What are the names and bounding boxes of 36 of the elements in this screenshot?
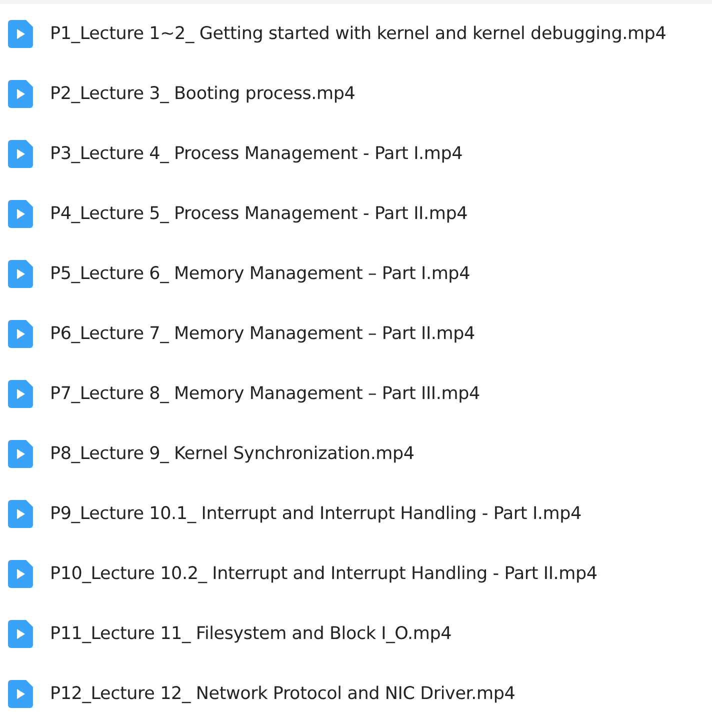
file-row[interactable]: P1_Lecture 1~2_ Getting started with kernel and kernel debugging.mp4 (0, 4, 712, 64)
video-file-icon (8, 500, 33, 528)
file-name: P8_Lecture 9_ Kernel Synchronization.mp4 (50, 444, 414, 464)
video-file-icon (8, 20, 33, 48)
file-row[interactable]: P11_Lecture 11_ Filesystem and Block I_O.mp4 (0, 604, 712, 664)
file-row[interactable]: P10_Lecture 10.2_ Interrupt and Interrupt Handling - Part II.mp4 (0, 544, 712, 604)
video-file-icon (8, 200, 33, 228)
file-name: P9_Lecture 10.1_ Interrupt and Interrupt Handling - Part I.mp4 (50, 504, 582, 524)
file-row[interactable]: P4_Lecture 5_ Process Management - Part II.mp4 (0, 184, 712, 244)
file-name: P5_Lecture 6_ Memory Management – Part I.mp4 (50, 264, 470, 284)
file-row[interactable]: P8_Lecture 9_ Kernel Synchronization.mp4 (0, 424, 712, 484)
file-name: P7_Lecture 8_ Memory Management – Part III.mp4 (50, 384, 480, 404)
video-file-icon (8, 260, 33, 288)
file-name: P11_Lecture 11_ Filesystem and Block I_O.mp4 (50, 624, 452, 644)
file-name: P2_Lecture 3_ Booting process.mp4 (50, 84, 356, 104)
file-name: P6_Lecture 7_ Memory Management – Part II.mp4 (50, 324, 475, 344)
video-file-icon (8, 380, 33, 408)
file-row[interactable]: P9_Lecture 10.1_ Interrupt and Interrupt Handling - Part I.mp4 (0, 484, 712, 544)
file-row[interactable]: P12_Lecture 12_ Network Protocol and NIC Driver.mp4 (0, 664, 712, 721)
file-row[interactable]: P5_Lecture 6_ Memory Management – Part I.mp4 (0, 244, 712, 304)
file-row[interactable]: P3_Lecture 4_ Process Management - Part I.mp4 (0, 124, 712, 184)
video-file-icon (8, 560, 33, 588)
file-name: P1_Lecture 1~2_ Getting started with kernel and kernel debugging.mp4 (50, 24, 666, 44)
file-name: P10_Lecture 10.2_ Interrupt and Interrupt Handling - Part II.mp4 (50, 564, 598, 584)
video-file-icon (8, 80, 33, 108)
file-name: P3_Lecture 4_ Process Management - Part I.mp4 (50, 144, 463, 164)
file-row[interactable]: P6_Lecture 7_ Memory Management – Part II.mp4 (0, 304, 712, 364)
video-file-icon (8, 620, 33, 648)
video-file-icon (8, 440, 33, 468)
file-row[interactable]: P7_Lecture 8_ Memory Management – Part III.mp4 (0, 364, 712, 424)
file-name: P12_Lecture 12_ Network Protocol and NIC Driver.mp4 (50, 684, 516, 704)
video-file-icon (8, 320, 33, 348)
video-file-icon (8, 140, 33, 168)
file-row[interactable]: P2_Lecture 3_ Booting process.mp4 (0, 64, 712, 124)
video-file-icon (8, 680, 33, 708)
file-name: P4_Lecture 5_ Process Management - Part II.mp4 (50, 204, 468, 224)
